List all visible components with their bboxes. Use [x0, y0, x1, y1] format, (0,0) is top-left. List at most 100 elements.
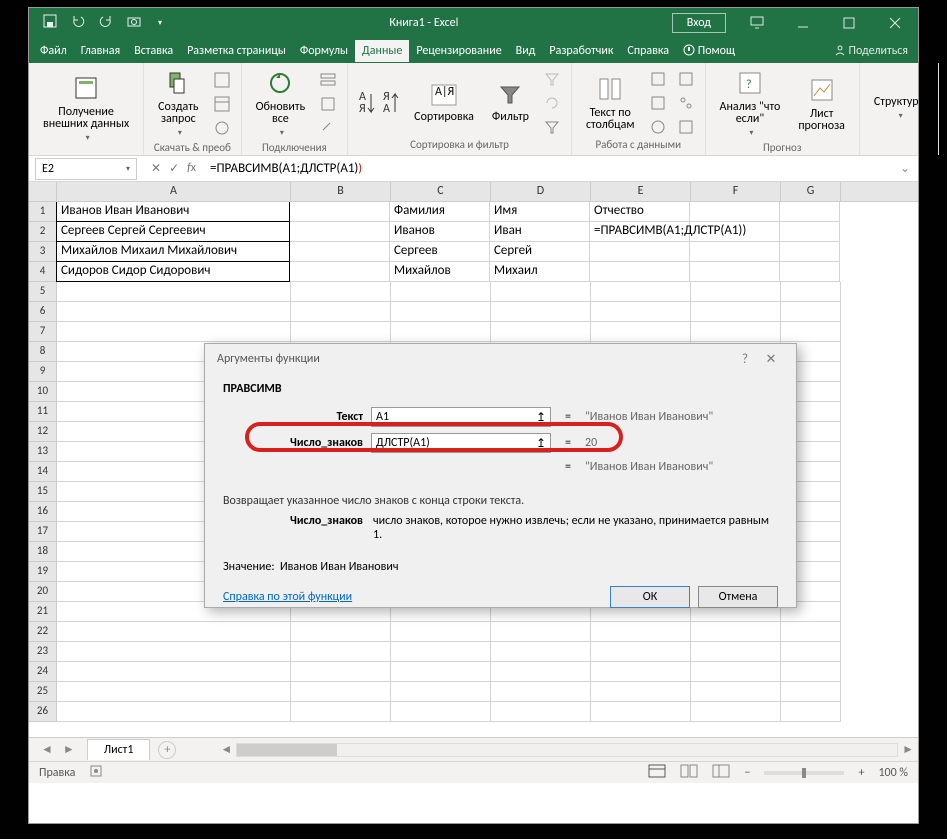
- col-header-D[interactable]: D: [491, 182, 591, 201]
- tellme[interactable]: Помощ: [676, 40, 742, 62]
- arg1-label: Текст: [223, 410, 363, 424]
- tab-review[interactable]: Рецензирование: [409, 40, 508, 62]
- tab-help[interactable]: Справка: [620, 40, 676, 62]
- redo-icon[interactable]: [99, 14, 113, 32]
- data-validation-icon[interactable]: [647, 116, 669, 138]
- data-model-icon[interactable]: [675, 116, 697, 138]
- col-header-E[interactable]: E: [591, 182, 691, 201]
- structure-button[interactable]: Структура▾: [868, 94, 930, 124]
- refresh-all-button[interactable]: Обновить все▾: [250, 67, 312, 141]
- enter-formula-icon[interactable]: ✓: [169, 161, 179, 176]
- whatif-button[interactable]: ?Анализ "что если"▾: [714, 67, 787, 141]
- cancel-formula-icon[interactable]: ✕: [151, 161, 161, 176]
- hscroll-left-icon[interactable]: ◄: [216, 742, 236, 757]
- sort-za-icon[interactable]: ЯА: [380, 92, 402, 114]
- save-icon[interactable]: [43, 14, 57, 32]
- expand-formula-bar-icon[interactable]: ⌄: [892, 161, 918, 176]
- zoom-slider[interactable]: [764, 771, 844, 775]
- zoom-out-icon[interactable]: −: [744, 766, 750, 780]
- tab-view[interactable]: Вид: [509, 40, 543, 62]
- filter-button[interactable]: Фильтр: [486, 81, 535, 125]
- row-header[interactable]: 2: [29, 222, 57, 242]
- fx-icon[interactable]: fx: [187, 161, 196, 176]
- hscroll-track[interactable]: [236, 743, 898, 757]
- zoom-in-icon[interactable]: +: [858, 766, 864, 780]
- tab-layout[interactable]: Разметка страницы: [180, 40, 293, 62]
- sheet-nav-next-icon[interactable]: ►: [63, 742, 75, 757]
- camera-icon[interactable]: [127, 14, 141, 32]
- ok-button[interactable]: ОК: [610, 586, 690, 608]
- show-queries-icon[interactable]: [211, 69, 233, 91]
- function-result: "Иванов Иван Иванович": [585, 460, 713, 474]
- col-header-C[interactable]: C: [391, 182, 491, 201]
- tab-home[interactable]: Главная: [74, 40, 127, 62]
- arg2-input[interactable]: ДЛСТР(A1)↥: [371, 433, 551, 453]
- remove-dup-icon[interactable]: [647, 92, 669, 114]
- hscroll-right-icon[interactable]: ►: [898, 742, 918, 757]
- sheet-tab[interactable]: Лист1: [87, 739, 151, 760]
- view-break-icon[interactable]: [712, 764, 730, 782]
- edit-links-icon[interactable]: [317, 117, 339, 139]
- view-normal-icon[interactable]: [648, 764, 666, 782]
- active-cell[interactable]: =ПРАВСИМВ(A1;ДЛСТР(A1)): [590, 222, 690, 242]
- row-header[interactable]: 1: [29, 202, 57, 222]
- text-to-columns-button[interactable]: Текст по столбцам: [580, 73, 641, 133]
- ribbon-options-icon[interactable]: [734, 8, 780, 38]
- sort-az-icon[interactable]: АЯ: [356, 92, 378, 114]
- col-header-B[interactable]: B: [291, 182, 391, 201]
- reapply-icon[interactable]: [541, 92, 563, 114]
- get-external-data-button[interactable]: Получение внешних данных▾: [37, 72, 135, 146]
- col-header-F[interactable]: F: [691, 182, 781, 201]
- flash-fill-icon[interactable]: [647, 68, 669, 90]
- macro-record-icon[interactable]: [89, 764, 103, 782]
- zoom-level[interactable]: 100 %: [878, 766, 908, 780]
- row-header[interactable]: 3: [29, 242, 57, 262]
- tab-file[interactable]: Файл: [33, 40, 74, 62]
- name-box[interactable]: E2▾: [35, 158, 137, 180]
- sheet-nav-prev-icon[interactable]: ◄: [41, 742, 53, 757]
- from-table-icon[interactable]: [211, 93, 233, 115]
- tab-insert[interactable]: Вставка: [127, 40, 180, 62]
- undo-icon[interactable]: [71, 14, 85, 32]
- arg1-result: "Иванов Иван Иванович": [585, 410, 713, 424]
- qat-more-icon[interactable]: ▾: [158, 18, 162, 28]
- forecast-sheet-button[interactable]: Лист прогноза: [792, 74, 851, 134]
- dialog-help-icon[interactable]: ?: [732, 352, 758, 367]
- tab-developer[interactable]: Разработчик: [542, 40, 620, 62]
- tab-data[interactable]: Данные: [355, 40, 409, 62]
- recent-sources-icon[interactable]: [211, 117, 233, 139]
- tab-formulas[interactable]: Формулы: [293, 40, 355, 62]
- function-help-link[interactable]: Справка по этой функции: [223, 590, 352, 604]
- formula-input[interactable]: =ПРАВСИМВ(A1;ДЛСТР(A1)): [204, 159, 892, 178]
- advanced-filter-icon[interactable]: [541, 116, 563, 138]
- hscroll-thumb[interactable]: [237, 744, 337, 756]
- connections-icon[interactable]: [317, 69, 339, 91]
- svg-text:Я: Я: [359, 102, 366, 116]
- sort-button[interactable]: А|ЯСортировка: [408, 81, 480, 125]
- col-header-A[interactable]: A: [57, 182, 291, 201]
- cancel-button[interactable]: Отмена: [698, 586, 778, 608]
- maximize-icon[interactable]: [826, 8, 872, 38]
- new-query-button[interactable]: Создать запрос▾: [152, 67, 204, 141]
- status-bar: Правка − + 100 %: [29, 761, 918, 783]
- arg1-input[interactable]: A1↥: [371, 407, 551, 427]
- cell[interactable]: Иванов Иван Иванович: [56, 202, 290, 222]
- status-mode: Правка: [39, 766, 75, 780]
- new-sheet-button[interactable]: +: [158, 741, 176, 759]
- properties-icon[interactable]: [317, 93, 339, 115]
- select-all-corner[interactable]: [29, 182, 57, 201]
- row-header[interactable]: 4: [29, 262, 57, 282]
- consolidate-icon[interactable]: [675, 68, 697, 90]
- arg-hint-label: Число_знаков: [223, 514, 363, 542]
- range-picker-icon[interactable]: ↥: [536, 410, 546, 425]
- share-button[interactable]: Поделиться: [828, 40, 914, 62]
- clear-filter-icon[interactable]: [541, 68, 563, 90]
- view-page-icon[interactable]: [680, 764, 698, 782]
- range-picker-icon[interactable]: ↥: [536, 436, 546, 451]
- minimize-icon[interactable]: [780, 8, 826, 38]
- dialog-close-icon[interactable]: ✕: [758, 352, 784, 367]
- close-icon[interactable]: [872, 8, 918, 38]
- col-header-G[interactable]: G: [781, 182, 841, 201]
- relationships-icon[interactable]: [675, 92, 697, 114]
- login-button[interactable]: Вход: [672, 13, 726, 33]
